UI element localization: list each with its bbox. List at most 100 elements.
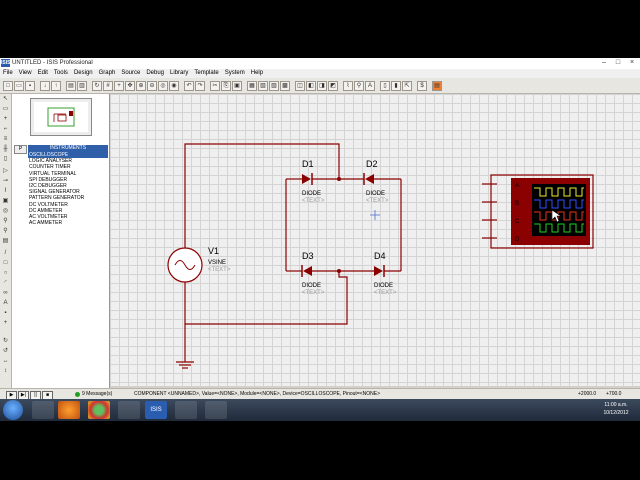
search-tag-icon[interactable]: ⚲ [354, 81, 364, 91]
menu-edit[interactable]: Edit [35, 69, 51, 78]
video-player-icon[interactable] [118, 401, 140, 419]
overview-window[interactable] [30, 98, 92, 136]
zoom-in-icon[interactable]: ⊕ [136, 81, 146, 91]
oscilloscope[interactable]: A B C D [490, 174, 594, 249]
menu-view[interactable]: View [16, 69, 35, 78]
new-file-icon[interactable]: □ [3, 81, 13, 91]
redraw-icon[interactable]: ↻ [92, 81, 102, 91]
pan-icon[interactable]: ✥ [125, 81, 135, 91]
component-mode-icon[interactable]: ▭ [2, 106, 9, 113]
paste-icon[interactable]: ▣ [232, 81, 242, 91]
box-icon[interactable]: □ [2, 260, 9, 267]
zoom-all-icon[interactable]: ◎ [158, 81, 168, 91]
start-button-icon[interactable] [3, 400, 23, 420]
maximize-icon[interactable]: □ [612, 59, 624, 67]
open-folder-icon[interactable]: ▭ [14, 81, 24, 91]
block-rotate-icon[interactable]: ▨ [269, 81, 279, 91]
isis-taskbar-icon[interactable]: ISIS [145, 401, 167, 419]
menu-tools[interactable]: Tools [51, 69, 71, 78]
wire-label-icon[interactable]: ⌐ [2, 126, 9, 133]
vsine-source[interactable]: V1 VSINE <TEXT> [167, 246, 231, 283]
symbol-icon[interactable]: ▪ [2, 310, 9, 317]
packaging-icon[interactable]: ◨ [317, 81, 327, 91]
device-pins-icon[interactable]: ⊸ [2, 178, 9, 185]
zoom-area-icon[interactable]: ◉ [169, 81, 179, 91]
block-delete-icon[interactable]: ▩ [280, 81, 290, 91]
buses-icon[interactable]: ╫ [2, 146, 9, 153]
menu-help[interactable]: Help [248, 69, 266, 78]
print-icon[interactable]: ▤ [66, 81, 76, 91]
wire-autorouter-icon[interactable]: ⌇ [343, 81, 353, 91]
menu-file[interactable]: File [0, 69, 16, 78]
flip-x-icon[interactable]: ↔ [2, 358, 9, 365]
import-icon[interactable]: ↓ [40, 81, 50, 91]
diode-d2[interactable]: D2 DIODE <TEXT> [363, 159, 389, 204]
menu-library[interactable]: Library [167, 69, 191, 78]
export-icon[interactable]: ↑ [51, 81, 61, 91]
close-icon[interactable]: × [626, 59, 638, 67]
copy-icon[interactable]: ⎘ [221, 81, 231, 91]
marker-icon[interactable]: + [2, 320, 9, 327]
rotate-ccw-icon[interactable]: ↺ [2, 348, 9, 355]
selection-mode-icon[interactable]: ↖ [2, 96, 9, 103]
rotate-cw-icon[interactable]: ↻ [2, 338, 9, 345]
circle-icon[interactable]: ○ [2, 270, 9, 277]
graph-mode-icon[interactable]: ⌇ [2, 188, 9, 195]
pick-devices-button[interactable]: P [14, 145, 27, 154]
generator-icon[interactable]: ◎ [2, 208, 9, 215]
property-tool-icon[interactable]: A [365, 81, 375, 91]
text-icon[interactable]: A [2, 300, 9, 307]
zoom-out-icon[interactable]: ⊖ [147, 81, 157, 91]
diode-d4[interactable]: D4 DIODE <TEXT> [374, 251, 397, 296]
virtual-instruments-icon[interactable]: ▤ [2, 238, 9, 245]
line-icon[interactable]: / [2, 250, 9, 257]
pick-device-icon[interactable]: ◫ [295, 81, 305, 91]
taskbar-clock[interactable]: 11:00 a.m. 10/12/2012 [596, 401, 636, 417]
arc-icon[interactable]: ◜ [2, 280, 9, 287]
diode-text: <TEXT> [302, 290, 325, 296]
block-copy-icon[interactable]: ▦ [247, 81, 257, 91]
make-device-icon[interactable]: ◧ [306, 81, 316, 91]
path-icon[interactable]: ∞ [2, 290, 9, 297]
menu-source[interactable]: Source [118, 69, 143, 78]
print-area-icon[interactable]: ▥ [77, 81, 87, 91]
decompose-icon[interactable]: ◩ [328, 81, 338, 91]
terminals-icon[interactable]: ▷ [2, 168, 9, 175]
netlist-to-ares-icon[interactable]: ▤ [432, 81, 442, 91]
current-probe-icon[interactable]: ⚲ [2, 228, 9, 235]
tool-app-icon[interactable] [205, 401, 227, 419]
schematic-canvas[interactable]: V1 VSINE <TEXT> D1 DIODE <TEXT> D2 DIODE… [110, 94, 640, 386]
text-script-icon[interactable]: ≡ [2, 136, 9, 143]
exit-to-parent-icon[interactable]: ⇱ [402, 81, 412, 91]
menu-design[interactable]: Design [71, 69, 96, 78]
save-icon[interactable]: ▪ [25, 81, 35, 91]
menu-graph[interactable]: Graph [96, 69, 119, 78]
subcircuit-icon[interactable]: ▯ [2, 156, 9, 163]
flip-y-icon[interactable]: ↕ [2, 368, 9, 375]
tape-recorder-icon[interactable]: ▣ [2, 198, 9, 205]
media-app-icon[interactable] [32, 401, 54, 419]
origin-icon[interactable]: + [114, 81, 124, 91]
undo-icon[interactable]: ↶ [184, 81, 194, 91]
instrument-item[interactable]: AC AMMETER [28, 220, 108, 226]
diode-d3[interactable]: D3 DIODE <TEXT> [301, 251, 325, 296]
new-sheet-icon[interactable]: ▯ [380, 81, 390, 91]
menu-system[interactable]: System [222, 69, 248, 78]
junction-dot-icon[interactable]: + [2, 116, 9, 123]
diode-d1[interactable]: D1 DIODE <TEXT> [302, 159, 325, 204]
voltage-probe-icon[interactable]: ⚲ [2, 218, 9, 225]
wire[interactable] [184, 271, 348, 325]
remove-sheet-icon[interactable]: ▮ [391, 81, 401, 91]
block-move-icon[interactable]: ▧ [258, 81, 268, 91]
menu-debug[interactable]: Debug [143, 69, 167, 78]
firefox-icon[interactable] [58, 401, 80, 419]
bill-of-materials-icon[interactable]: $ [417, 81, 427, 91]
messages-count[interactable]: 9 Message(s) [82, 391, 112, 398]
grid-icon[interactable]: # [103, 81, 113, 91]
chrome-icon[interactable] [88, 401, 110, 419]
chip-app-icon[interactable] [175, 401, 197, 419]
redo-icon[interactable]: ↷ [195, 81, 205, 91]
menu-template[interactable]: Template [191, 69, 221, 78]
cut-icon[interactable]: ✂ [210, 81, 220, 91]
minimize-icon[interactable]: – [598, 59, 610, 67]
